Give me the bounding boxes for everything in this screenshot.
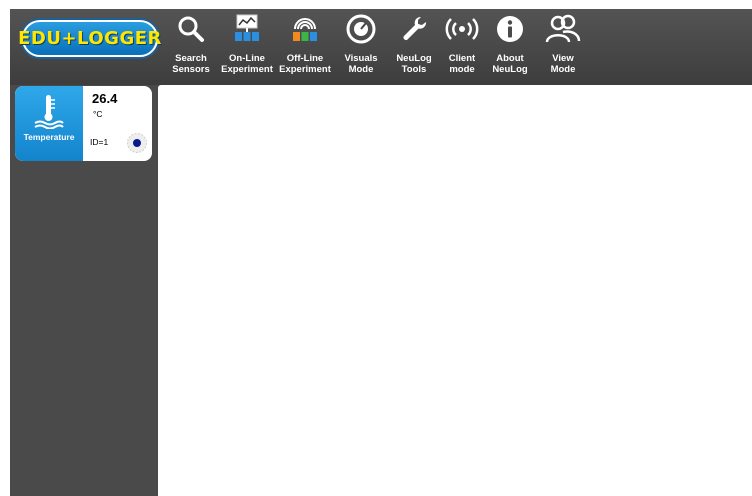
- neulog-tools-label-1: NeuLog: [396, 53, 432, 64]
- logo-text: EDU+LOGGER: [18, 28, 162, 49]
- neulog-tools-label-2: Tools: [401, 64, 427, 75]
- wrench-icon: [396, 11, 432, 47]
- sensor-sidebar: Temperature 26.4 °C ID=1: [10, 85, 158, 496]
- visuals-mode-icon: [343, 11, 379, 47]
- main-canvas[interactable]: [158, 85, 752, 496]
- sensor-unit: °C: [93, 109, 103, 119]
- users-icon: [545, 11, 581, 47]
- sensor-name: Temperature: [23, 132, 75, 142]
- client-mode-button[interactable]: Client mode: [444, 9, 480, 85]
- neulog-tools-button[interactable]: NeuLog Tools: [394, 9, 434, 85]
- search-icon: [173, 11, 209, 47]
- sensor-value: 26.4: [92, 91, 118, 106]
- online-experiment-label-2: Experiment: [221, 64, 273, 75]
- visuals-mode-button[interactable]: Visuals Mode: [340, 9, 382, 85]
- sensor-id: ID=1: [90, 137, 109, 147]
- offline-experiment-label-1: Off-Line: [286, 53, 324, 64]
- about-neulog-button[interactable]: About NeuLog: [490, 9, 530, 85]
- offline-experiment-button[interactable]: Off-Line Experiment: [278, 9, 332, 85]
- search-sensors-label-2: Sensors: [172, 64, 210, 75]
- thermometer-icon: [34, 95, 64, 129]
- client-mode-label-1: Client: [448, 53, 476, 64]
- offline-experiment-icon: [287, 11, 323, 47]
- app-window: EDU+LOGGER Search Sensors On-Line Experi…: [10, 9, 752, 496]
- online-experiment-button[interactable]: On-Line Experiment: [221, 9, 273, 85]
- about-neulog-label-1: About: [496, 53, 524, 64]
- offline-experiment-label-2: Experiment: [279, 64, 331, 75]
- visuals-mode-label-2: Mode: [348, 64, 374, 75]
- online-experiment-label-1: On-Line: [229, 53, 265, 64]
- sensor-icon-tile[interactable]: Temperature: [15, 86, 83, 161]
- toolbar: EDU+LOGGER Search Sensors On-Line Experi…: [10, 9, 752, 85]
- sensor-status-indicator-icon: [127, 133, 147, 153]
- search-sensors-button[interactable]: Search Sensors: [170, 9, 212, 85]
- visuals-mode-label-1: Visuals: [344, 53, 378, 64]
- about-neulog-label-2: NeuLog: [492, 64, 528, 75]
- temperature-sensor-card[interactable]: Temperature 26.4 °C ID=1: [15, 86, 152, 161]
- client-mode-label-2: mode: [449, 64, 475, 75]
- info-icon: [492, 11, 528, 47]
- view-mode-label-2: Mode: [550, 64, 576, 75]
- broadcast-icon: [444, 11, 480, 47]
- search-sensors-label-1: Search: [175, 53, 207, 64]
- online-experiment-icon: [229, 11, 265, 47]
- view-mode-label-1: View: [552, 53, 574, 64]
- edulogger-logo: EDU+LOGGER: [18, 20, 161, 57]
- view-mode-button[interactable]: View Mode: [542, 9, 584, 85]
